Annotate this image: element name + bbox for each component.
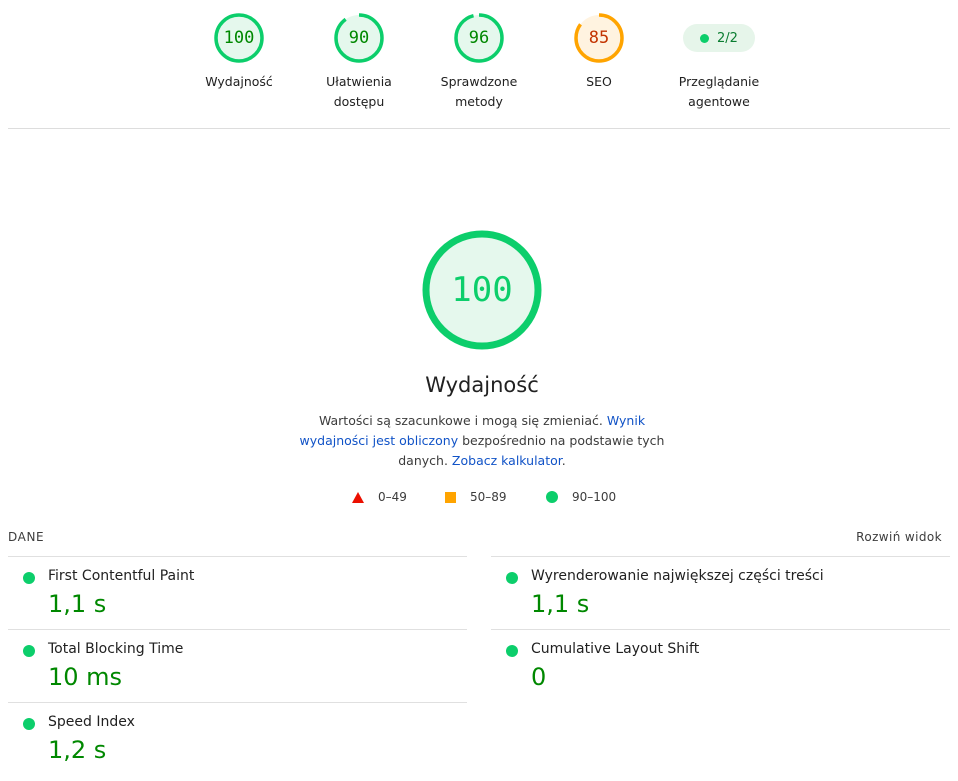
metrics-column-left: First Contentful Paint 1,1 s Total Block…: [8, 556, 467, 775]
agentic-browsing-label: Przeglądanie agentowe: [678, 74, 760, 109]
metric-title: First Contentful Paint: [48, 568, 195, 584]
performance-score: 100: [223, 28, 255, 48]
pass-dot-icon: [23, 572, 35, 584]
calculator-link[interactable]: Zobacz kalkulator: [452, 453, 562, 468]
metric-total-blocking-time: Total Blocking Time 10 ms: [8, 629, 467, 702]
metric-speed-index: Speed Index 1,2 s: [8, 702, 467, 775]
expand-view-toggle[interactable]: Rozwiń widok: [856, 530, 942, 544]
performance-label: Wydajność: [205, 74, 273, 89]
score-legend: 0–49 50–89 90–100: [0, 490, 958, 510]
score-summary: 100 Wydajność 90 Ułatwienia dostępu 96 S…: [0, 0, 958, 129]
metric-title: Speed Index: [48, 714, 135, 730]
gauge-accessibility[interactable]: 90 Ułatwienia dostępu: [299, 12, 419, 112]
metric-value: 10 ms: [48, 663, 123, 691]
metric-value: 1,1 s: [531, 590, 590, 618]
fail-triangle-icon: [352, 491, 364, 503]
best-practices-label: Sprawdzone metody: [440, 74, 518, 109]
agentic-browsing-badge: 2/2: [683, 24, 755, 52]
seo-label: SEO: [586, 74, 612, 89]
metrics-heading: DANE: [8, 530, 45, 544]
performance-main-score: 100: [451, 270, 513, 310]
pass-dot-icon: [23, 645, 35, 657]
metric-cumulative-layout-shift: Cumulative Layout Shift 0: [491, 629, 950, 702]
performance-description: Wartości są szacunkowe i mogą się zmieni…: [299, 413, 665, 468]
metric-largest-contentful-paint: Wyrenderowanie największej części treści…: [491, 556, 950, 629]
metric-title: Total Blocking Time: [48, 641, 184, 657]
summary-divider: [8, 128, 950, 129]
metric-first-contentful-paint: First Contentful Paint 1,1 s: [8, 556, 467, 629]
seo-score: 85: [588, 28, 610, 48]
metric-value: 1,2 s: [48, 736, 107, 764]
performance-title: Wydajność: [425, 373, 539, 397]
metric-value: 0: [531, 663, 547, 691]
accessibility-gauge: 90: [333, 12, 385, 64]
accessibility-label: Ułatwienia dostępu: [326, 74, 392, 109]
average-square-icon: [445, 491, 456, 503]
pass-dot-icon: [700, 33, 710, 43]
legend-pass: 90–100: [546, 490, 616, 504]
performance-main-gauge: 100: [421, 229, 543, 351]
accessibility-score: 90: [348, 28, 370, 48]
metric-value: 1,1 s: [48, 590, 107, 618]
best-practices-gauge: 96: [453, 12, 505, 64]
agentic-browsing-value: 2/2: [717, 30, 738, 46]
pass-dot-icon: [506, 572, 518, 584]
best-practices-score: 96: [468, 28, 490, 48]
seo-gauge: 85: [573, 12, 625, 64]
metric-title: Cumulative Layout Shift: [531, 641, 700, 657]
performance-gauge: 100: [213, 12, 265, 64]
metrics-column-right: Wyrenderowanie największej części treści…: [491, 556, 950, 702]
pass-circle-icon: [546, 491, 558, 503]
gauge-agentic-browsing[interactable]: 2/2 Przeglądanie agentowe: [659, 12, 779, 112]
pass-dot-icon: [23, 718, 35, 730]
gauge-seo[interactable]: 85 SEO: [539, 12, 659, 92]
gauge-performance[interactable]: 100 Wydajność: [179, 12, 299, 92]
metrics-header: DANE Rozwiń widok: [8, 530, 942, 544]
legend-average: 50–89: [445, 490, 507, 504]
legend-fail: 0–49: [352, 490, 407, 504]
pass-dot-icon: [506, 645, 518, 657]
metric-title: Wyrenderowanie największej części treści: [531, 568, 824, 584]
gauge-best-practices[interactable]: 96 Sprawdzone metody: [419, 12, 539, 112]
